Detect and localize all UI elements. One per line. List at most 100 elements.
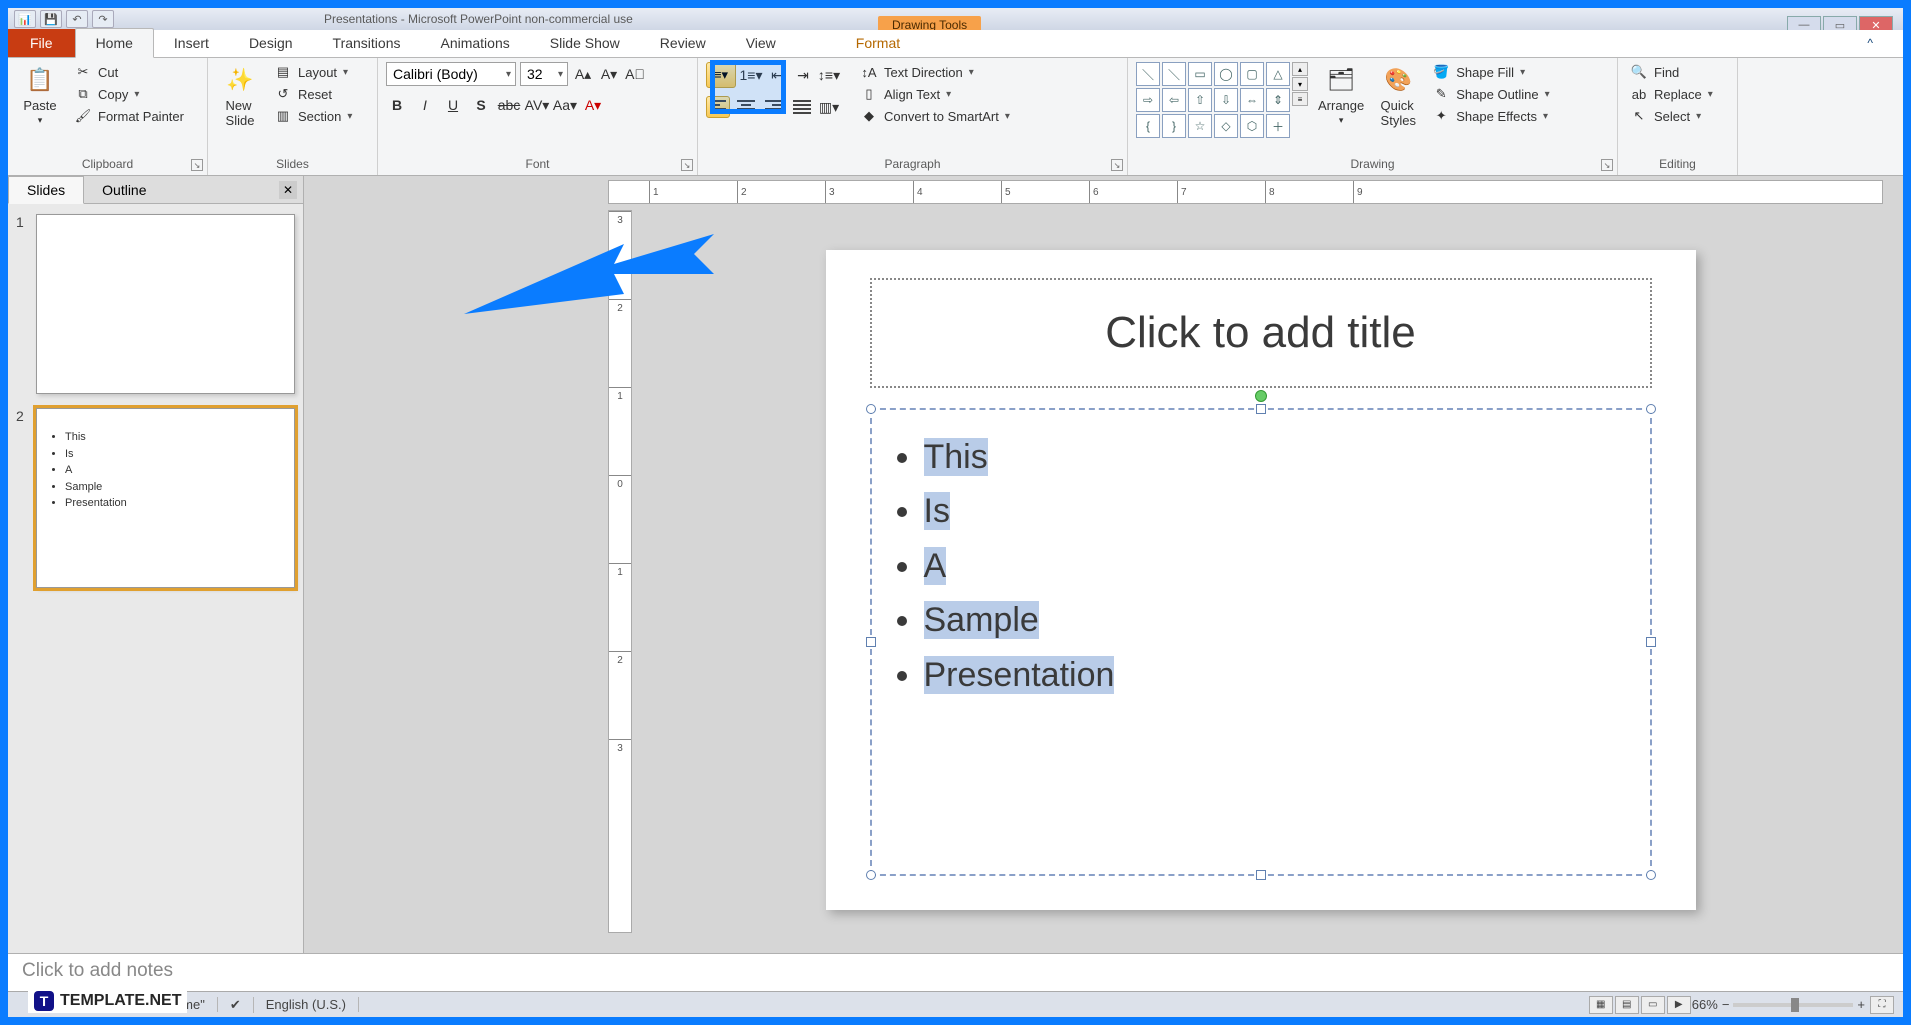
shape-oval[interactable]: ◯	[1214, 62, 1238, 86]
qat-redo-button[interactable]: ↷	[92, 10, 114, 28]
slides-tab[interactable]: Slides	[8, 176, 84, 204]
handle-tl[interactable]	[866, 404, 876, 414]
strikethrough-button[interactable]: abc	[498, 94, 520, 116]
title-placeholder[interactable]: Click to add title	[870, 278, 1652, 388]
section-button[interactable]: ▥Section	[270, 106, 356, 126]
find-button[interactable]: 🔍Find	[1626, 62, 1717, 82]
change-case-button[interactable]: Aa▾	[554, 94, 576, 116]
qat-save-button[interactable]: 💾	[40, 10, 62, 28]
handle-bm[interactable]	[1256, 870, 1266, 880]
align-left-button[interactable]	[706, 96, 730, 118]
copy-button[interactable]: ⧉Copy	[70, 84, 188, 104]
shape-line2[interactable]: ＼	[1162, 62, 1186, 86]
slideshow-view-button[interactable]: ▶	[1667, 996, 1691, 1014]
handle-bl[interactable]	[866, 870, 876, 880]
handle-tr[interactable]	[1646, 404, 1656, 414]
ribbon-minimize-icon[interactable]: ^	[1867, 36, 1873, 50]
content-placeholder[interactable]: This Is A Sample Presentation	[870, 408, 1652, 876]
slide-thumbnail-1[interactable]	[36, 214, 295, 394]
rotate-handle[interactable]	[1255, 390, 1267, 402]
line-spacing-button[interactable]: ↕≡▾	[818, 64, 840, 86]
grow-font-button[interactable]: A▴	[572, 63, 594, 85]
tab-file[interactable]: File	[8, 29, 75, 57]
slide-thumbnail-2[interactable]: This Is A Sample Presentation	[36, 408, 295, 588]
italic-button[interactable]: I	[414, 94, 436, 116]
shape-callout[interactable]: ◇	[1214, 114, 1238, 138]
vertical-ruler[interactable]: 3210123	[608, 210, 632, 933]
shapes-gallery[interactable]: ＼ ＼ ▭ ◯ ▢ △ ⇨ ⇦ ⇧ ⇩ ⇔ ⇕ { } ☆	[1136, 62, 1290, 138]
quick-styles-button[interactable]: 🎨 Quick Styles	[1374, 62, 1422, 130]
select-button[interactable]: ↖Select	[1626, 106, 1717, 126]
shape-brace2[interactable]: }	[1162, 114, 1186, 138]
content-text[interactable]: This Is A Sample Presentation	[872, 410, 1650, 722]
reset-button[interactable]: ↺Reset	[270, 84, 356, 104]
tab-home[interactable]: Home	[75, 28, 154, 58]
handle-ml[interactable]	[866, 637, 876, 647]
reading-view-button[interactable]: ▭	[1641, 996, 1665, 1014]
convert-smartart-button[interactable]: ◆Convert to SmartArt	[856, 106, 1014, 126]
replace-button[interactable]: abReplace	[1626, 84, 1717, 104]
tab-insert[interactable]: Insert	[154, 29, 229, 57]
shape-roundrect[interactable]: ▢	[1240, 62, 1264, 86]
align-right-button[interactable]	[762, 96, 786, 118]
bullets-button[interactable]: ≡▾	[706, 62, 736, 88]
zoom-thumb[interactable]	[1791, 998, 1799, 1012]
tab-animations[interactable]: Animations	[420, 29, 529, 57]
horizontal-ruler[interactable]: 123456789	[608, 180, 1883, 204]
format-painter-button[interactable]: 🖌Format Painter	[70, 106, 188, 126]
font-launcher[interactable]: ↘	[681, 159, 693, 171]
layout-button[interactable]: ▤Layout	[270, 62, 356, 82]
shape-arrow-u[interactable]: ⇧	[1188, 88, 1212, 112]
shadow-button[interactable]: S	[470, 94, 492, 116]
handle-mr[interactable]	[1646, 637, 1656, 647]
status-language[interactable]: English (U.S.)	[254, 997, 359, 1012]
tab-format[interactable]: Format	[836, 29, 920, 57]
text-direction-button[interactable]: ↕AText Direction	[856, 62, 1014, 82]
status-spellcheck-icon[interactable]: ✔	[218, 997, 254, 1013]
align-text-button[interactable]: ▯Align Text	[856, 84, 1014, 104]
underline-button[interactable]: U	[442, 94, 464, 116]
shape-hex[interactable]: ⬡	[1240, 114, 1264, 138]
zoom-slider[interactable]	[1733, 1003, 1853, 1007]
font-name-combo[interactable]: Calibri (Body)	[386, 62, 516, 86]
new-slide-button[interactable]: ✨ New Slide	[216, 62, 264, 130]
zoom-out-button[interactable]: −	[1722, 997, 1730, 1012]
shapes-more[interactable]: ≡	[1292, 92, 1308, 106]
char-spacing-button[interactable]: AV▾	[526, 94, 548, 116]
shape-rect[interactable]: ▭	[1188, 62, 1212, 86]
tab-transitions[interactable]: Transitions	[313, 29, 421, 57]
shape-fill-button[interactable]: 🪣Shape Fill	[1428, 62, 1553, 82]
zoom-in-button[interactable]: +	[1857, 997, 1865, 1012]
font-size-combo[interactable]: 32	[520, 62, 568, 86]
clipboard-launcher[interactable]: ↘	[191, 159, 203, 171]
arrange-button[interactable]: 🗂 Arrange▾	[1314, 62, 1368, 128]
shape-arrow-r[interactable]: ⇨	[1136, 88, 1160, 112]
handle-tm[interactable]	[1256, 404, 1266, 414]
shape-arrow-ud[interactable]: ⇕	[1266, 88, 1290, 112]
fit-window-button[interactable]: ⛶	[1870, 996, 1894, 1014]
shape-effects-button[interactable]: ✦Shape Effects	[1428, 106, 1553, 126]
drawing-launcher[interactable]: ↘	[1601, 159, 1613, 171]
shape-plus[interactable]: ＋	[1266, 114, 1290, 138]
canvas[interactable]: Click to add title	[638, 210, 1883, 933]
shape-line[interactable]: ＼	[1136, 62, 1160, 86]
slide[interactable]: Click to add title	[826, 250, 1696, 910]
columns-button[interactable]: ▥▾	[818, 96, 840, 118]
justify-button[interactable]	[790, 96, 814, 118]
decrease-indent-button[interactable]: ⇤	[766, 64, 788, 86]
shape-triangle[interactable]: △	[1266, 62, 1290, 86]
tab-review[interactable]: Review	[640, 29, 726, 57]
notes-pane[interactable]: Click to add notes	[8, 953, 1903, 991]
paste-button[interactable]: 📋 Paste ▾	[16, 62, 64, 128]
normal-view-button[interactable]: ▦	[1589, 996, 1613, 1014]
paragraph-launcher[interactable]: ↘	[1111, 159, 1123, 171]
shape-star[interactable]: ☆	[1188, 114, 1212, 138]
sorter-view-button[interactable]: ▤	[1615, 996, 1639, 1014]
numbering-button[interactable]: 1≡▾	[740, 64, 762, 86]
qat-undo-button[interactable]: ↶	[66, 10, 88, 28]
font-color-button[interactable]: A▾	[582, 94, 604, 116]
tab-slideshow[interactable]: Slide Show	[530, 29, 640, 57]
side-panel-close[interactable]: ✕	[279, 181, 297, 199]
bold-button[interactable]: B	[386, 94, 408, 116]
shape-arrow-d[interactable]: ⇩	[1214, 88, 1238, 112]
